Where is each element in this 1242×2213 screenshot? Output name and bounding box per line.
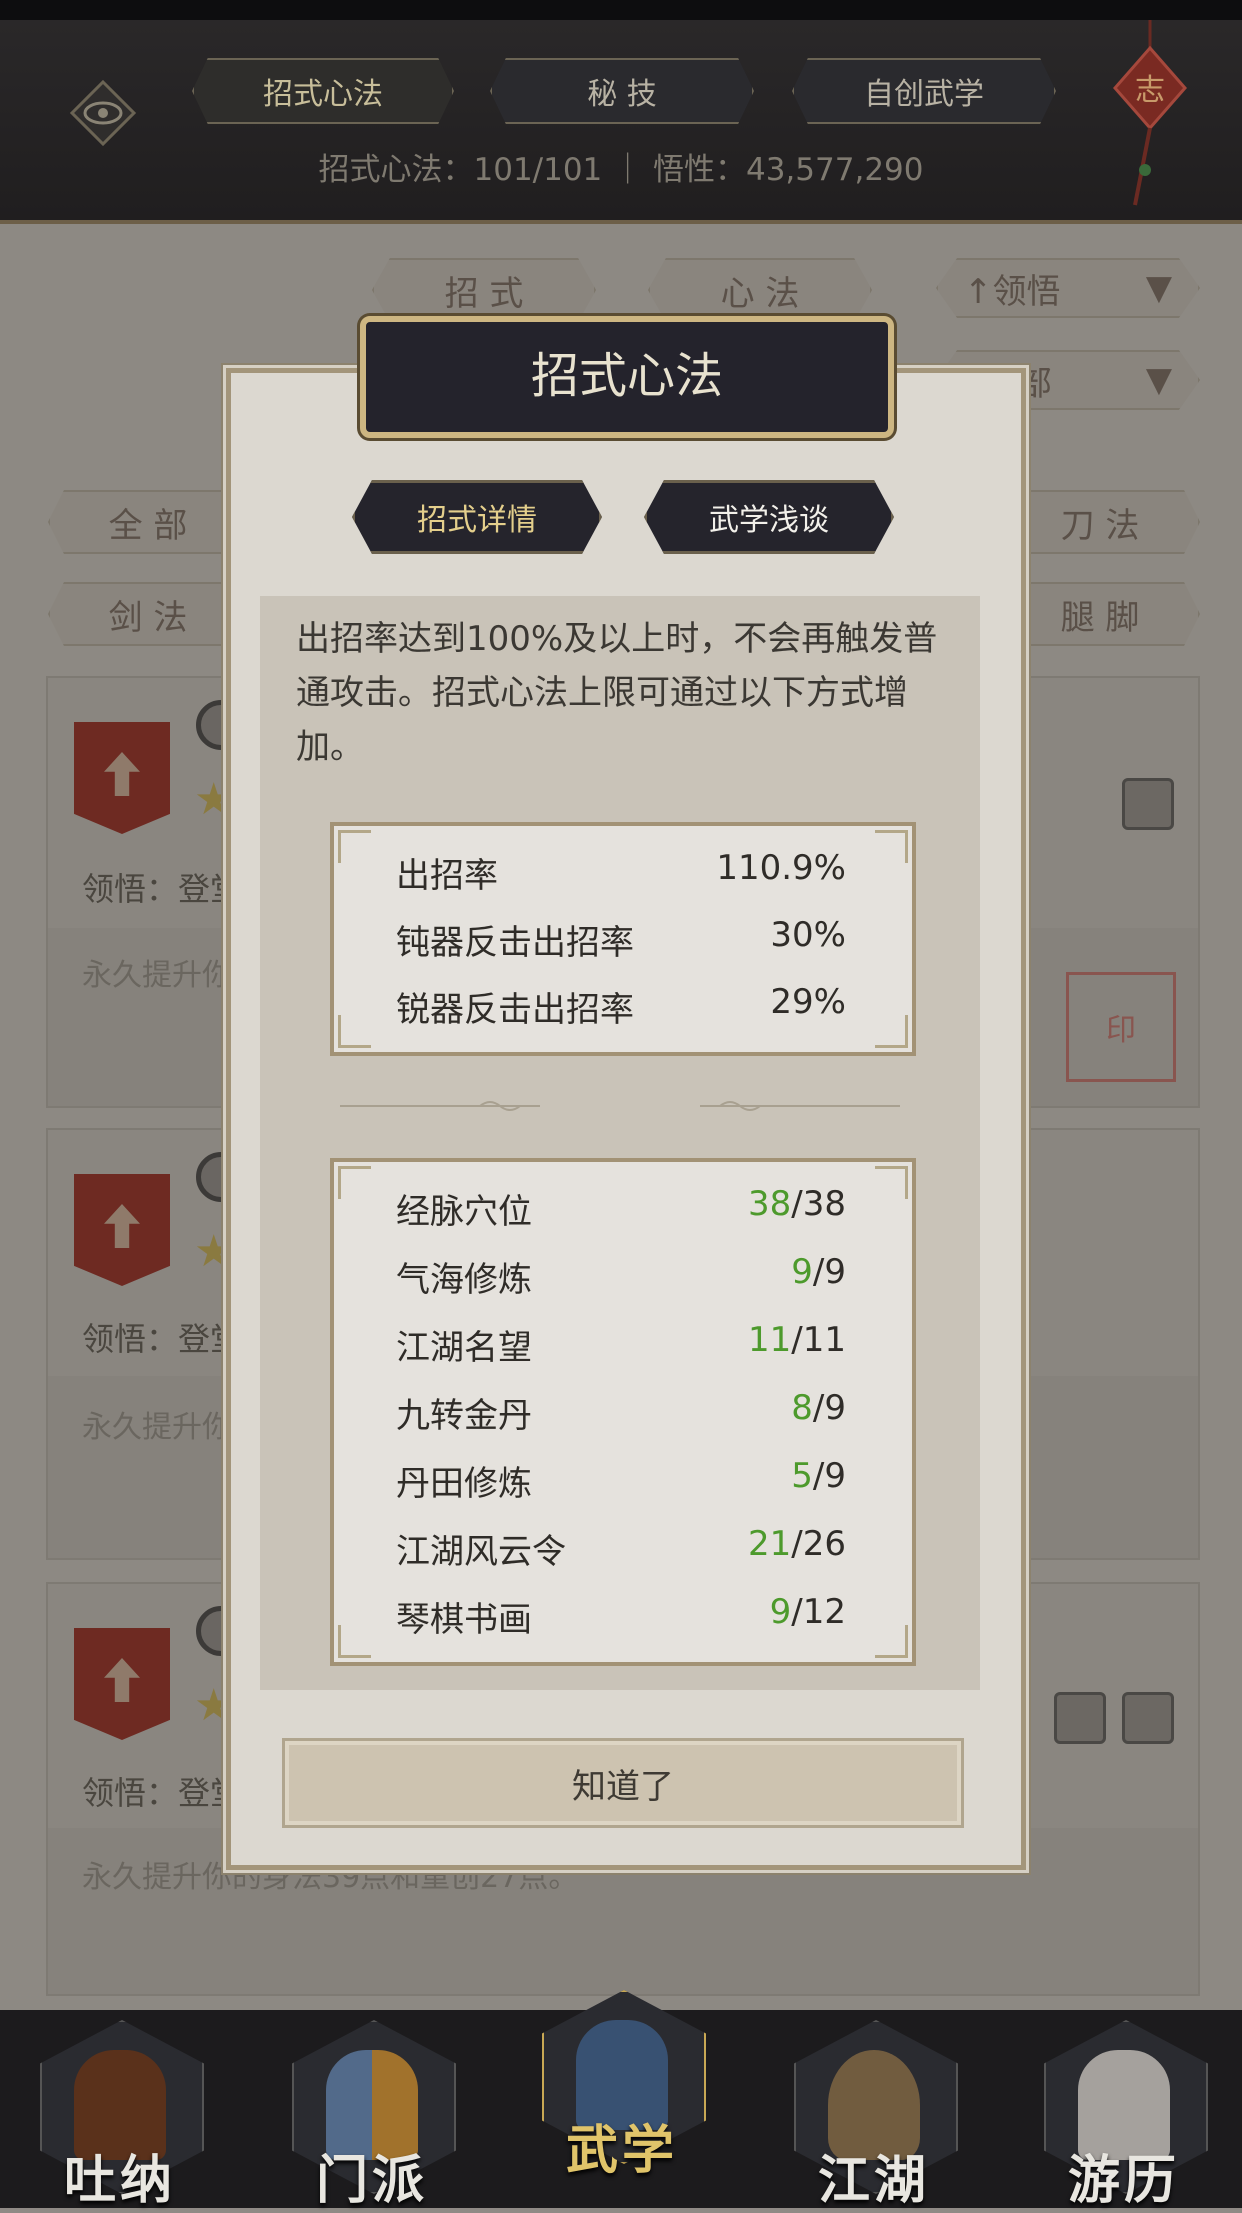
- tab-move-details[interactable]: 招式详情: [352, 480, 602, 554]
- filter-all[interactable]: 全 部: [48, 490, 248, 554]
- source-row: 琴棋书画 9/12: [396, 1592, 846, 1648]
- source-value: 9/12: [769, 1592, 846, 1632]
- ok-button[interactable]: 知道了: [282, 1738, 964, 1828]
- nav-label: 江湖: [817, 2151, 930, 2211]
- upgrade-banner-icon: [74, 1628, 170, 1740]
- nav-label: 吐纳: [63, 2151, 176, 2211]
- rate-value: 29%: [770, 982, 846, 1022]
- weapon-type-icon: [1054, 1692, 1106, 1744]
- source-row: 江湖风云令 21/26: [396, 1524, 846, 1580]
- filter-sword[interactable]: 剑 法: [48, 582, 248, 646]
- card-comprehension: 领悟：登堂: [82, 1774, 243, 1812]
- description-text: 出招率达到100%及以上时，不会再触发普通攻击。招式心法上限可通过以下方式增加。: [296, 619, 938, 767]
- nav-label: 游历: [1067, 2151, 1180, 2211]
- ornament-corner: [875, 1015, 908, 1048]
- source-row: 江湖名望 11/11: [396, 1320, 846, 1376]
- source-row: 气海修炼 9/9: [396, 1252, 846, 1308]
- rate-row: 钝器反击出招率 30%: [396, 915, 846, 971]
- source-label: 经脉穴位: [396, 1192, 532, 1232]
- source-value: 9/9: [791, 1252, 846, 1292]
- source-row: 经脉穴位 38/38: [396, 1184, 846, 1240]
- chevron-down-icon: ▼: [1145, 268, 1172, 308]
- source-label: 江湖风云令: [396, 1532, 566, 1572]
- rate-row: 出招率 110.9%: [396, 848, 846, 904]
- modal-title: 招式心法: [530, 348, 723, 404]
- nav-breathing[interactable]: 吐纳: [36, 2020, 204, 2211]
- nav-sect[interactable]: 门派: [288, 2020, 456, 2211]
- sort-dropdown[interactable]: ↑领悟 ▼: [936, 258, 1200, 318]
- nav-label: 门派: [315, 2151, 428, 2211]
- rate-label: 钝器反击出招率: [396, 923, 634, 963]
- source-label: 丹田修炼: [396, 1464, 532, 1504]
- rate-row: 锐器反击出招率 29%: [396, 982, 846, 1038]
- subtab-mind[interactable]: 心 法: [648, 258, 872, 322]
- source-value: 21/26: [748, 1524, 846, 1564]
- weapon-type-icon: [1122, 1692, 1174, 1744]
- nav-jianghu[interactable]: 江湖: [790, 2020, 958, 2211]
- filter-blade[interactable]: 刀 法: [1000, 490, 1200, 554]
- tab-secret-skill[interactable]: 秘 技: [490, 58, 754, 124]
- nav-label: 武学: [565, 2121, 678, 2181]
- upgrade-banner-icon: [74, 1174, 170, 1286]
- source-value: 38/38: [748, 1184, 846, 1224]
- ornamental-divider: [340, 1101, 900, 1111]
- source-label: 气海修炼: [396, 1260, 532, 1300]
- weapon-type-icon: [1122, 778, 1174, 830]
- upgrade-banner-icon: [74, 722, 170, 834]
- sources-box: 经脉穴位 38/38 气海修炼 9/9 江湖名望 11/11 九转金丹 8/9 …: [330, 1158, 916, 1666]
- ornament-corner: [338, 1625, 371, 1658]
- filter-legs[interactable]: 腿 脚: [1000, 582, 1200, 646]
- chevron-down-icon: ▼: [1145, 360, 1172, 400]
- ornament-corner: [338, 1015, 371, 1048]
- source-row: 九转金丹 8/9: [396, 1388, 846, 1444]
- tab-custom-martial[interactable]: 自创武学: [792, 58, 1056, 124]
- rate-label: 锐器反击出招率: [396, 990, 634, 1030]
- subtab-moves[interactable]: 招 式: [372, 258, 596, 322]
- tab-martial-talk[interactable]: 武学浅谈: [644, 480, 894, 554]
- source-value: 8/9: [791, 1388, 846, 1428]
- status-bar: [0, 0, 1242, 20]
- sort-dropdown-label: ↑领悟: [964, 271, 1061, 312]
- source-row: 丹田修炼 5/9: [396, 1456, 846, 1512]
- ornament-corner: [338, 830, 371, 863]
- chinese-knot-icon[interactable]: 志: [1105, 20, 1195, 210]
- card-description: 永久提升你: [82, 958, 232, 993]
- seal-stamp-icon: 印: [1066, 972, 1176, 1082]
- source-label: 琴棋书画: [396, 1600, 532, 1640]
- card-description: 永久提升你: [82, 1410, 232, 1445]
- ornament-corner: [875, 1166, 908, 1199]
- tab-moves-mind[interactable]: 招式心法: [192, 58, 454, 124]
- rate-value: 110.9%: [716, 848, 846, 888]
- source-value: 11/11: [748, 1320, 846, 1360]
- header-stats: 招式心法：101/101 ｜ 悟性：43,577,290: [318, 152, 924, 188]
- source-label: 九转金丹: [396, 1396, 532, 1436]
- ornament-corner: [875, 1625, 908, 1658]
- svg-text:志: 志: [1135, 73, 1165, 108]
- rates-box: 出招率 110.9% 钝器反击出招率 30% 锐器反击出招率 29%: [330, 822, 916, 1056]
- rate-label: 出招率: [396, 856, 498, 896]
- card-comprehension: 领悟：登堂: [82, 1320, 243, 1358]
- source-value: 5/9: [791, 1456, 846, 1496]
- ornament-corner: [875, 830, 908, 863]
- nav-martial-arts[interactable]: 武学: [538, 1990, 706, 2181]
- eye-icon[interactable]: [70, 80, 136, 146]
- rate-value: 30%: [770, 915, 846, 955]
- nav-travel[interactable]: 游历: [1040, 2020, 1208, 2211]
- ornament-corner: [338, 1166, 371, 1199]
- source-label: 江湖名望: [396, 1328, 532, 1368]
- card-comprehension: 领悟：登堂: [82, 870, 243, 908]
